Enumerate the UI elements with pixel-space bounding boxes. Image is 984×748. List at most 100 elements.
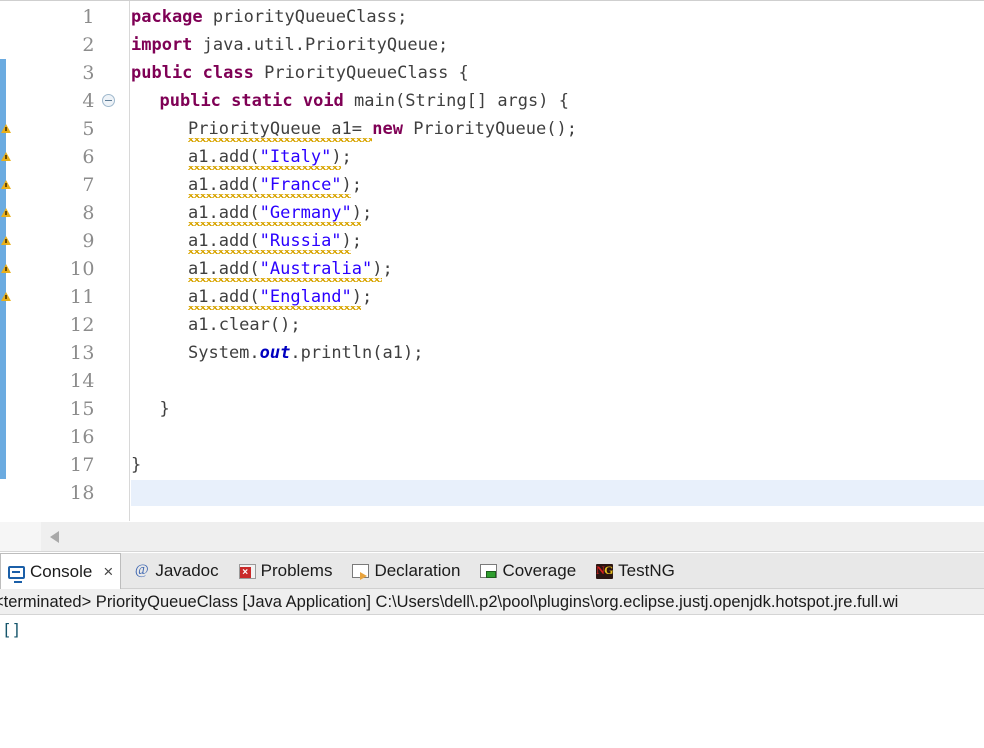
code-token: out bbox=[259, 343, 291, 363]
warning-squiggle-underline bbox=[188, 222, 362, 226]
line-number: 6 bbox=[82, 146, 95, 168]
close-icon[interactable]: × bbox=[103, 563, 113, 580]
eclipse-ide-window: 1 2 3 4 5 6 7 8 9 10 11 12 13 14 15 16 17 18 package prio… bbox=[0, 0, 984, 748]
warning-marker-icon[interactable] bbox=[1, 152, 12, 163]
console-output-text: [] bbox=[2, 620, 22, 639]
line-number: 2 bbox=[82, 34, 95, 56]
code-token: static bbox=[231, 91, 293, 111]
line-number: 3 bbox=[82, 62, 95, 84]
java-editor[interactable]: 1 2 3 4 5 6 7 8 9 10 11 12 13 14 15 16 17 18 package prio… bbox=[0, 0, 984, 522]
code-token: a1.add( bbox=[188, 287, 260, 307]
at-sign-icon: @ bbox=[134, 562, 149, 578]
code-token: a1.add( bbox=[188, 259, 260, 279]
warning-marker-icon[interactable] bbox=[1, 292, 12, 303]
code-token: ); bbox=[372, 259, 393, 279]
code-token: java.util.PriorityQueue; bbox=[192, 35, 449, 55]
error-marker-icon bbox=[238, 563, 256, 579]
code-token: } bbox=[131, 455, 142, 475]
code-line[interactable]: import java.util.PriorityQueue; bbox=[131, 31, 448, 59]
code-token: } bbox=[159, 399, 170, 419]
warning-squiggle-underline bbox=[188, 194, 352, 198]
code-text-area[interactable]: package priorityQueueClass; import java.u… bbox=[131, 1, 984, 521]
code-token: a1.add( bbox=[188, 147, 260, 167]
fold-collapse-icon[interactable] bbox=[102, 94, 115, 107]
line-number: 12 bbox=[69, 314, 95, 336]
warning-squiggle-underline bbox=[188, 166, 341, 170]
editor-horizontal-scrollbar[interactable] bbox=[0, 522, 984, 552]
tab-problems[interactable]: Problems bbox=[232, 553, 340, 588]
warning-squiggle-underline bbox=[188, 278, 382, 282]
line-number: 17 bbox=[69, 454, 95, 476]
editor-body[interactable]: 1 2 3 4 5 6 7 8 9 10 11 12 13 14 15 16 17 18 package prio… bbox=[0, 1, 984, 521]
view-tab-bar[interactable]: Console × @ Javadoc Problems Declaration Cover… bbox=[0, 553, 984, 589]
current-line-highlight bbox=[131, 480, 984, 506]
code-token: "France" bbox=[259, 175, 342, 195]
line-number-gutter[interactable]: 1 2 3 4 5 6 7 8 9 10 11 12 13 14 15 16 17 18 bbox=[13, 1, 130, 521]
warning-marker-icon[interactable] bbox=[1, 264, 12, 275]
code-token: priorityQueueClass; bbox=[202, 7, 408, 27]
console-view[interactable]: <terminated> PriorityQueueClass [Java Ap… bbox=[0, 589, 984, 748]
code-token: main(String[] args) { bbox=[343, 91, 569, 111]
tab-console[interactable]: Console × bbox=[0, 553, 122, 589]
code-token: a1.add( bbox=[188, 175, 260, 195]
code-token: PriorityQueueClass { bbox=[253, 63, 469, 83]
code-token: void bbox=[302, 91, 344, 111]
tab-testng[interactable]: TestNG bbox=[589, 553, 682, 588]
warning-marker-icon[interactable] bbox=[1, 236, 12, 247]
code-token: ); bbox=[351, 287, 373, 307]
code-line[interactable]: } bbox=[160, 395, 170, 423]
tab-label: Declaration bbox=[374, 561, 461, 580]
tab-javadoc[interactable]: @ Javadoc bbox=[126, 553, 225, 588]
console-monitor-icon bbox=[8, 565, 25, 583]
tab-coverage[interactable]: Coverage bbox=[473, 553, 583, 588]
code-token: ); bbox=[331, 147, 352, 167]
line-number: 11 bbox=[69, 286, 95, 308]
code-token: a1.add( bbox=[188, 231, 260, 251]
code-token: "Australia" bbox=[259, 259, 373, 279]
warning-marker-icon[interactable] bbox=[1, 208, 12, 219]
line-number: 13 bbox=[69, 342, 95, 364]
code-token: "England" bbox=[259, 287, 352, 307]
code-line[interactable]: package priorityQueueClass; bbox=[131, 3, 407, 31]
code-line[interactable]: System.out.println(a1); bbox=[188, 339, 423, 367]
code-line[interactable]: a1.clear(); bbox=[188, 311, 301, 339]
line-number: 16 bbox=[69, 426, 95, 448]
warning-marker-icon[interactable] bbox=[1, 124, 12, 135]
line-number: 4 bbox=[82, 90, 95, 112]
code-token: .println(a1); bbox=[290, 343, 424, 363]
annotation-ruler[interactable] bbox=[0, 1, 13, 521]
code-token: ); bbox=[351, 203, 373, 223]
declaration-arrow-icon bbox=[352, 564, 370, 580]
code-line[interactable]: public class PriorityQueueClass { bbox=[131, 59, 469, 87]
console-process-header: <terminated> PriorityQueueClass [Java Ap… bbox=[0, 589, 984, 615]
triangle-left-icon[interactable] bbox=[50, 531, 59, 543]
code-token: "Germany" bbox=[259, 203, 352, 223]
line-number: 8 bbox=[82, 202, 95, 224]
warning-marker-icon[interactable] bbox=[1, 180, 12, 191]
line-number: 15 bbox=[69, 398, 95, 420]
warning-squiggle-underline bbox=[188, 250, 352, 254]
code-token: PriorityQueue(); bbox=[402, 119, 577, 139]
code-line[interactable]: public static void main(String[] args) { bbox=[160, 87, 569, 115]
code-token: ); bbox=[341, 175, 363, 195]
scrollbar-track[interactable] bbox=[41, 522, 984, 551]
code-token: a1.clear(); bbox=[188, 315, 301, 335]
line-number: 7 bbox=[82, 174, 95, 196]
code-token: "Russia" bbox=[259, 231, 342, 251]
code-token: new bbox=[372, 119, 403, 139]
code-token: package bbox=[131, 7, 203, 27]
testng-icon bbox=[596, 563, 614, 579]
line-number: 14 bbox=[69, 370, 95, 392]
coverage-bar-icon bbox=[480, 564, 498, 578]
code-token: import bbox=[131, 35, 193, 55]
code-token: PriorityQueue a1= bbox=[188, 119, 373, 139]
warning-squiggle-underline bbox=[188, 306, 362, 310]
code-line[interactable]: } bbox=[131, 451, 141, 479]
tab-label: Coverage bbox=[502, 561, 577, 580]
code-token: "Italy" bbox=[259, 147, 332, 167]
tab-declaration[interactable]: Declaration bbox=[345, 553, 467, 588]
code-token: public bbox=[159, 91, 221, 111]
warning-squiggle-underline bbox=[188, 138, 372, 142]
